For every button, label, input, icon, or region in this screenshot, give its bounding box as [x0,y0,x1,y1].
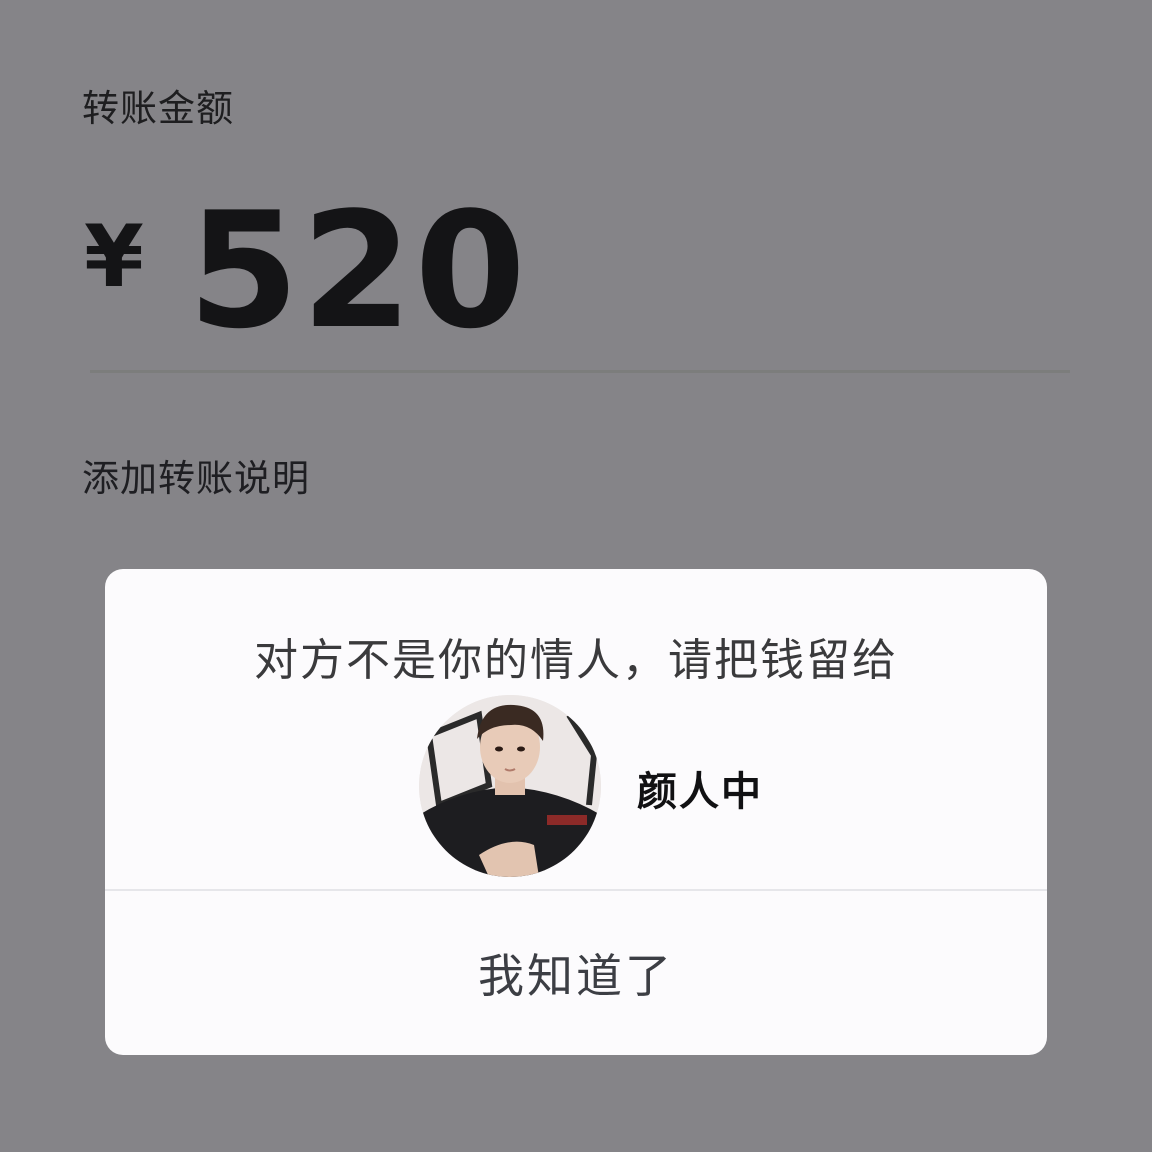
transfer-screen: 转账金额 ¥ 520 添加转账说明 对方不是你的情人，请把钱留给 颜人中 我知道… [0,0,1152,1152]
dialog-message: 对方不是你的情人，请把钱留给 [254,635,898,686]
alert-dialog: 对方不是你的情人，请把钱留给 颜人中 我知道了 [105,569,1047,1055]
person-photo-avatar-icon [419,695,601,877]
recipient-name: 颜人中 [637,769,763,815]
got-it-button[interactable]: 我知道了 [105,891,1047,1055]
recipient-avatar [419,695,601,877]
